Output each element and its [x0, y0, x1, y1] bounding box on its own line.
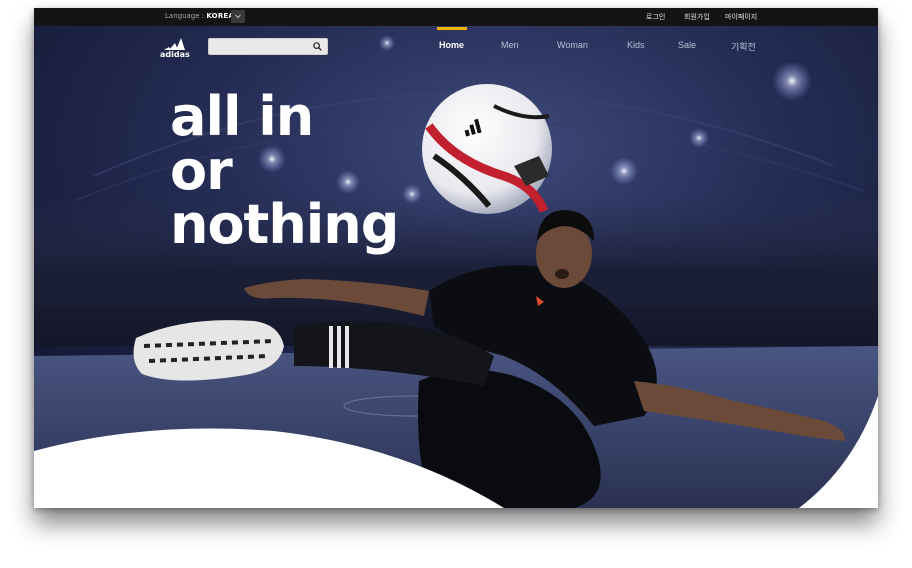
browser-page-frame: Language : KOREAN 로그인 회원가입 마이페이지 adidas … — [34, 8, 878, 508]
hero-banner: adidas Home Men Woman Kids Sale 기획전 all … — [34, 26, 878, 508]
login-link[interactable]: 로그인 — [646, 12, 665, 22]
nav-men[interactable]: Men — [501, 40, 519, 50]
search-input[interactable] — [213, 40, 313, 55]
soccer-ball-image — [422, 84, 552, 214]
chevron-down-icon — [235, 14, 241, 19]
language-selector[interactable]: Language : KOREAN — [165, 12, 240, 20]
signup-link[interactable]: 회원가입 — [684, 12, 710, 22]
headline-line-1: all in — [170, 85, 314, 148]
utility-bar: Language : KOREAN 로그인 회원가입 마이페이지 — [34, 8, 878, 26]
language-dropdown-button[interactable] — [231, 10, 245, 23]
nav-woman[interactable]: Woman — [557, 40, 588, 50]
nav-sale[interactable]: Sale — [678, 40, 696, 50]
headline-line-3: nothing — [170, 193, 399, 256]
hero-background-image — [34, 26, 878, 508]
search-icon[interactable] — [313, 42, 322, 51]
adidas-logo[interactable]: adidas — [159, 36, 193, 62]
mypage-link[interactable]: 마이페이지 — [725, 12, 757, 22]
adidas-logo-icon: adidas — [160, 38, 190, 59]
headline-line-2: or — [170, 139, 233, 202]
nav-home[interactable]: Home — [439, 40, 464, 50]
language-label: Language : — [165, 12, 205, 20]
search-box[interactable] — [208, 38, 328, 55]
brand-wordmark: adidas — [160, 50, 190, 58]
nav-kids[interactable]: Kids — [627, 40, 645, 50]
nav-special[interactable]: 기획전 — [731, 40, 756, 53]
active-nav-indicator — [437, 27, 467, 30]
hero-headline: all in or nothing — [170, 85, 399, 256]
